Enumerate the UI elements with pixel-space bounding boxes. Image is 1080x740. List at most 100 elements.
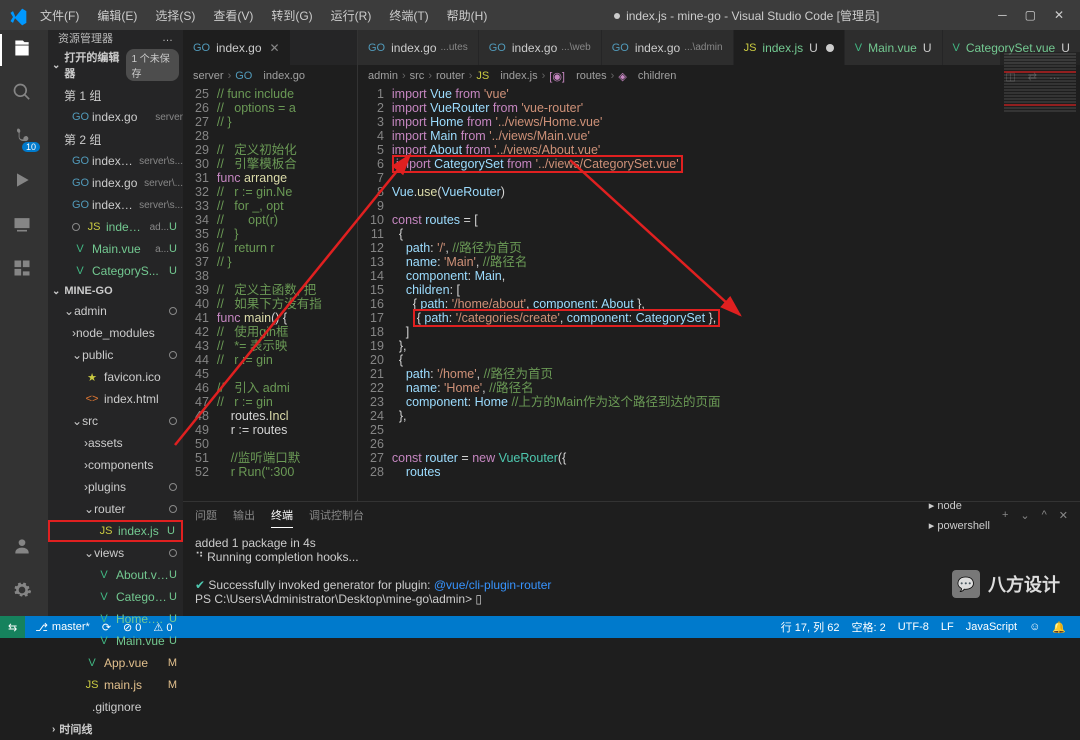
language-mode[interactable]: JavaScript [960, 619, 1023, 635]
sync-icon[interactable]: ⟳ [96, 621, 117, 634]
panel-tab-terminal[interactable]: 终端 [271, 507, 293, 528]
project-section[interactable]: ⌄MINE-GO [48, 282, 183, 300]
folder-assets[interactable]: › assets [48, 432, 183, 454]
menu-terminal[interactable]: 终端(T) [381, 3, 436, 28]
editor-area: GOindex.go✕ server› GO index.go 25262728… [183, 30, 1080, 616]
encoding-status[interactable]: UTF-8 [892, 619, 935, 635]
open-editor-item[interactable]: VMain.vuea...U [48, 238, 183, 260]
title-bar: 文件(F) 编辑(E) 选择(S) 查看(V) 转到(G) 运行(R) 终端(T… [0, 0, 1080, 30]
open-editor-item[interactable]: GOindex.goserver [48, 106, 183, 128]
folder-components[interactable]: › components [48, 454, 183, 476]
open-editors-section[interactable]: ⌄打开的编辑器 1 个未保存 [48, 46, 183, 84]
file-App.vue[interactable]: VApp.vueM [48, 652, 183, 674]
git-branch[interactable]: ⎇ master* [29, 621, 96, 634]
breadcrumb-right[interactable]: admin› src› router› JS index.js› [◉] rou… [358, 65, 1080, 87]
unsaved-dot-icon [826, 44, 834, 52]
terminal-panel: 问题 输出 终端 调试控制台 ▸ node ▸ powershell + ⌄ ^… [183, 501, 1080, 616]
modified-dot-icon [72, 223, 80, 231]
remote-indicator[interactable]: ⇆ [0, 616, 25, 638]
feedback-icon[interactable]: ☺ [1023, 619, 1046, 635]
menu-file[interactable]: 文件(F) [32, 3, 87, 28]
folder-router[interactable]: ⌄ router [48, 498, 183, 520]
panel-tabs: 问题 输出 终端 调试控制台 ▸ node ▸ powershell + ⌄ ^… [183, 502, 1080, 532]
tab-index.js[interactable]: JSindex.jsU [734, 30, 845, 65]
close-panel-icon[interactable]: ✕ [1059, 509, 1068, 526]
menu-run[interactable]: 运行(R) [323, 3, 380, 28]
close-tab-icon[interactable]: ✕ [270, 41, 280, 55]
remote-explorer-icon[interactable] [12, 214, 36, 238]
tab-index.go[interactable]: GOindex.go✕ [183, 30, 291, 65]
menu-bar: 文件(F) 编辑(E) 选择(S) 查看(V) 转到(G) 运行(R) 终端(T… [32, 3, 495, 28]
file-.gitignore[interactable]: .gitignore [48, 696, 183, 718]
file-About.vue[interactable]: VAbout.vueU [48, 564, 183, 586]
menu-edit[interactable]: 编辑(E) [89, 3, 145, 28]
new-terminal-icon[interactable]: + [1002, 509, 1008, 525]
terminal-output[interactable]: added 1 package in 4s⠙ Running completio… [183, 532, 1080, 616]
file-index.html[interactable]: <>index.html [48, 388, 183, 410]
open-editor-item[interactable]: GOindex.goserver\s... [48, 194, 183, 216]
close-icon[interactable]: ✕ [1054, 8, 1064, 22]
activity-bar: 10 [0, 30, 48, 616]
folder-admin[interactable]: ⌄ admin [48, 300, 183, 322]
maximize-icon[interactable]: ▢ [1025, 8, 1036, 22]
minimap[interactable] [1000, 52, 1080, 252]
code-editor-right[interactable]: 1234567891011121314151617181920212223242… [358, 87, 1080, 501]
file-CategorySet...[interactable]: VCategorySet...U [48, 586, 183, 608]
tab-Main.vue[interactable]: VMain.vueU [845, 30, 943, 65]
accounts-icon[interactable] [12, 536, 36, 560]
warnings-status[interactable]: ⚠ 0 [147, 621, 178, 634]
breadcrumb-left[interactable]: server› GO index.go [183, 65, 357, 87]
editor-group-label: 第 2 组 [48, 128, 183, 150]
extensions-icon[interactable] [12, 258, 36, 282]
tab-index.go[interactable]: GOindex.go...utes [358, 30, 479, 65]
timeline-section[interactable]: ›时间线 [48, 718, 183, 740]
folder-node_modules[interactable]: › node_modules [48, 322, 183, 344]
search-icon[interactable] [12, 82, 36, 106]
settings-gear-icon[interactable] [12, 580, 36, 604]
open-editor-item[interactable]: JSindex.jsad...U [48, 216, 183, 238]
panel-tab-debug[interactable]: 调试控制台 [309, 507, 364, 527]
window-controls: ─ ▢ ✕ [998, 8, 1072, 22]
file-favicon.ico[interactable]: ★favicon.ico [48, 366, 183, 388]
maximize-panel-icon[interactable]: ^ [1042, 509, 1047, 525]
errors-status[interactable]: ⊘ 0 [117, 621, 147, 634]
open-editor-item[interactable]: GOindex.goserver\s... [48, 150, 183, 172]
modified-dot-icon [169, 483, 177, 491]
modified-dot-icon [169, 549, 177, 557]
terminal-dropdown-icon[interactable]: ⌄ [1020, 509, 1029, 526]
open-editor-item[interactable]: VCategoryS...U [48, 260, 183, 282]
folder-plugins[interactable]: › plugins [48, 476, 183, 498]
terminal-shells[interactable]: ▸ node ▸ powershell [929, 499, 990, 536]
open-editor-item[interactable]: GOindex.goserver\... [48, 172, 183, 194]
modified-dot-icon [169, 505, 177, 513]
indentation-status[interactable]: 空格: 2 [845, 619, 891, 635]
run-debug-icon[interactable] [12, 170, 36, 194]
editor-group-1: GOindex.go✕ server› GO index.go 25262728… [183, 30, 358, 501]
notifications-icon[interactable]: 🔔 [1046, 619, 1072, 635]
panel-tab-output[interactable]: 输出 [233, 507, 255, 527]
cursor-position[interactable]: 行 17, 列 62 [775, 619, 846, 635]
menu-help[interactable]: 帮助(H) [439, 3, 496, 28]
editor-group-label: 第 1 组 [48, 84, 183, 106]
menu-selection[interactable]: 选择(S) [147, 3, 203, 28]
more-icon[interactable]: … [162, 32, 173, 44]
file-main.js[interactable]: JSmain.jsM [48, 674, 183, 696]
folder-src[interactable]: ⌄ src [48, 410, 183, 432]
folder-public[interactable]: ⌄ public [48, 344, 183, 366]
code-editor-left[interactable]: 2526272829303132333435363738394041424344… [183, 87, 357, 501]
tab-index.go[interactable]: GOindex.go...\web [479, 30, 602, 65]
folder-views[interactable]: ⌄ views [48, 542, 183, 564]
explorer-sidebar: 资源管理器 … ⌄打开的编辑器 1 个未保存 第 1 组GOindex.gose… [48, 30, 183, 616]
menu-view[interactable]: 查看(V) [205, 3, 261, 28]
editor-tabs-left: GOindex.go✕ [183, 30, 357, 65]
menu-go[interactable]: 转到(G) [263, 3, 320, 28]
editor-group-2: GOindex.go...utesGOindex.go...\webGOinde… [358, 30, 1080, 501]
minimize-icon[interactable]: ─ [998, 8, 1007, 22]
panel-tab-problems[interactable]: 问题 [195, 507, 217, 527]
modified-dot-icon [169, 307, 177, 315]
tab-index.go[interactable]: GOindex.go...\admin [602, 30, 734, 65]
explorer-icon[interactable] [12, 38, 36, 62]
file-index.js[interactable]: JSindex.jsU [48, 520, 183, 542]
source-control-icon[interactable]: 10 [12, 126, 36, 150]
eol-status[interactable]: LF [935, 619, 960, 635]
